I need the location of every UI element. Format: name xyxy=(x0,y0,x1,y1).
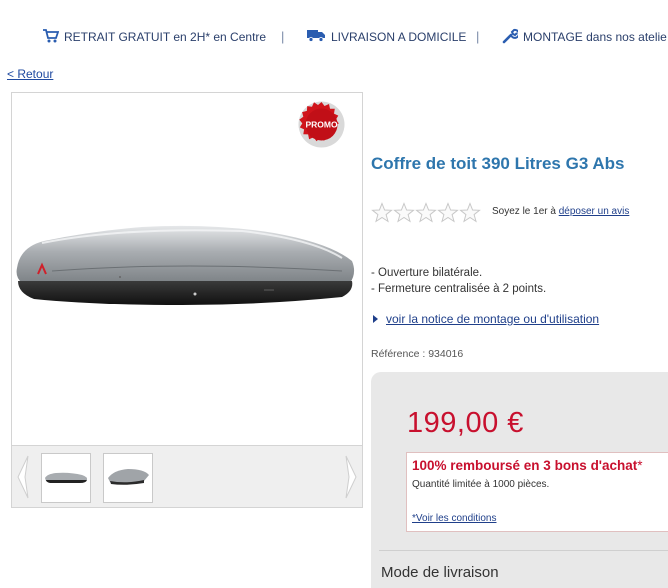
notice-row: voir la notice de montage ou d'utilisati… xyxy=(371,312,599,326)
workshop-fitting-label: MONTAGE dans nos atelie xyxy=(523,30,667,44)
workshop-fitting-link[interactable]: MONTAGE dans nos atelie xyxy=(502,28,667,47)
thumbnail-1[interactable] xyxy=(41,453,91,503)
rating-stars[interactable] xyxy=(371,202,481,224)
star-empty-icon xyxy=(437,202,459,224)
review-prompt: Soyez le 1er à déposer un avis xyxy=(492,206,629,217)
pickup-service-label: RETRAIT GRATUIT en 2H* en Centre xyxy=(64,30,267,44)
thumbnail-2[interactable] xyxy=(103,453,153,503)
promo-badge: PROMO xyxy=(298,101,345,148)
star-empty-icon xyxy=(459,202,481,224)
prev-arrow-icon[interactable] xyxy=(14,452,32,502)
wrench-icon xyxy=(502,28,520,47)
product-reference: Référence : 934016 xyxy=(371,348,464,360)
pickup-service-link[interactable]: RETRAIT GRATUIT en 2H* en Centre xyxy=(42,28,267,46)
back-link[interactable]: < Retour xyxy=(7,67,53,81)
refund-offer-headline: 100% remboursé en 3 bons d'achat* xyxy=(412,458,643,473)
product-gallery: PROMO xyxy=(11,92,363,508)
product-image[interactable]: PROMO xyxy=(12,93,362,445)
promo-badge-label: PROMO xyxy=(305,120,338,130)
conditions-link[interactable]: *Voir les conditions xyxy=(412,513,497,524)
product-title: Coffre de toit 390 Litres G3 Abs xyxy=(371,154,625,173)
delivery-mode-heading: Mode de livraison xyxy=(381,564,499,581)
feature-list: - Ouverture bilatérale. - Fermeture cent… xyxy=(371,265,546,297)
refund-offer-limit: Quantité limitée à 1000 pièces. xyxy=(412,479,550,490)
price-box: 199,00 € 100% remboursé en 3 bons d'acha… xyxy=(371,372,668,588)
star-empty-icon xyxy=(415,202,437,224)
product-price: 199,00 € xyxy=(407,407,524,439)
feature-item: - Fermeture centralisée à 2 points. xyxy=(371,283,547,295)
bullet-arrow-icon xyxy=(373,315,378,323)
cart-icon xyxy=(42,28,60,46)
review-prefix: Soyez le 1er à xyxy=(492,206,559,217)
divider xyxy=(379,550,668,551)
refund-offer-box: 100% remboursé en 3 bons d'achat* Quanti… xyxy=(406,452,668,532)
truck-icon xyxy=(307,29,326,45)
separator: | xyxy=(476,29,480,44)
thumbnail-strip xyxy=(12,445,362,507)
next-arrow-icon[interactable] xyxy=(342,452,360,502)
home-delivery-label: LIVRAISON A DOMICILE xyxy=(331,30,467,44)
refund-offer-asterisk: * xyxy=(637,458,643,473)
star-empty-icon xyxy=(393,202,415,224)
feature-item: - Ouverture bilatérale. xyxy=(371,267,483,279)
service-bar: RETRAIT GRATUIT en 2H* en Centre | LIVRA… xyxy=(0,0,668,62)
write-review-link[interactable]: déposer un avis xyxy=(559,206,630,217)
star-empty-icon xyxy=(371,202,393,224)
home-delivery-link[interactable]: LIVRAISON A DOMICILE xyxy=(307,29,466,45)
separator: | xyxy=(281,29,285,44)
notice-link[interactable]: voir la notice de montage ou d'utilisati… xyxy=(386,312,599,326)
